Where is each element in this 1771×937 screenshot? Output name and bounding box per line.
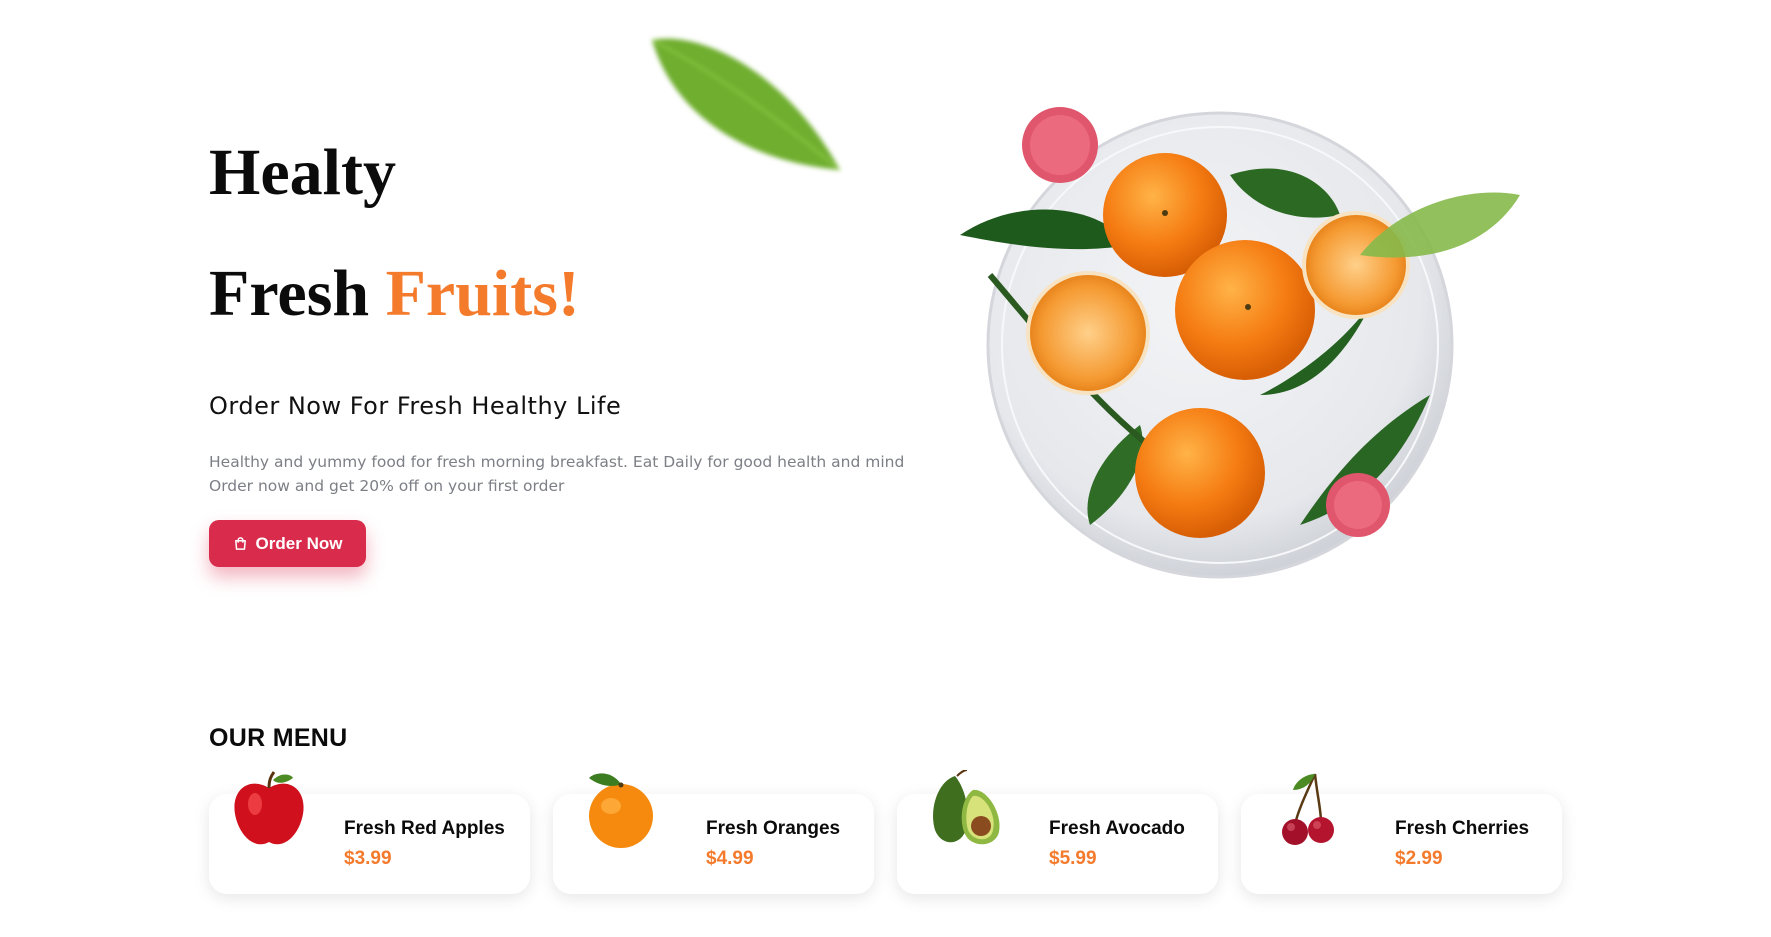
hero-title-fruits: Fruits! <box>385 257 580 330</box>
hero-title-fresh: Fresh <box>209 257 370 330</box>
menu-card-apples[interactable]: Fresh Red Apples $3.99 <box>209 771 530 894</box>
hero-description: Healthy and yummy food for fresh morning… <box>209 450 929 498</box>
orange-icon <box>589 773 653 848</box>
hero-subtitle: Order Now For Fresh Healthy Life <box>209 392 622 420</box>
menu-item-name: Fresh Avocado <box>1049 818 1185 839</box>
shopping-bag-icon <box>234 537 246 550</box>
menu-item-name: Fresh Cherries <box>1395 818 1530 839</box>
menu-card-cherries[interactable]: Fresh Cherries $2.99 <box>1241 773 1562 894</box>
avocado-icon <box>933 770 1000 845</box>
menu-card-avocado[interactable]: Fresh Avocado $5.99 <box>897 770 1218 894</box>
hero-description-line1: Healthy and yummy food for fresh morning… <box>209 453 905 471</box>
order-now-label: Order Now <box>255 533 343 553</box>
menu-item-name: Fresh Red Apples <box>344 818 505 839</box>
hero-title-line1: Healty <box>209 136 396 209</box>
menu-item-price: $5.99 <box>1049 848 1097 869</box>
decorative-leaf-image <box>651 38 841 171</box>
order-now-button[interactable]: Order Now <box>209 520 366 567</box>
menu-heading: OUR MENU <box>209 724 348 752</box>
menu-item-name: Fresh Oranges <box>706 818 841 839</box>
hero-description-line2: Order now and get 20% off on your first … <box>209 477 565 495</box>
menu-item-price: $2.99 <box>1395 848 1443 869</box>
menu-item-price: $3.99 <box>344 848 392 869</box>
menu-card-oranges[interactable]: Fresh Oranges $4.99 <box>553 773 874 894</box>
fruit-plate-image <box>960 107 1520 579</box>
hero-title-line2: Fresh Fruits! <box>209 261 580 327</box>
hero-title: Healty Fresh Fruits! <box>209 140 580 327</box>
cherries-icon <box>1282 773 1334 845</box>
menu-item-price: $4.99 <box>706 848 754 869</box>
apple-icon <box>234 771 304 845</box>
